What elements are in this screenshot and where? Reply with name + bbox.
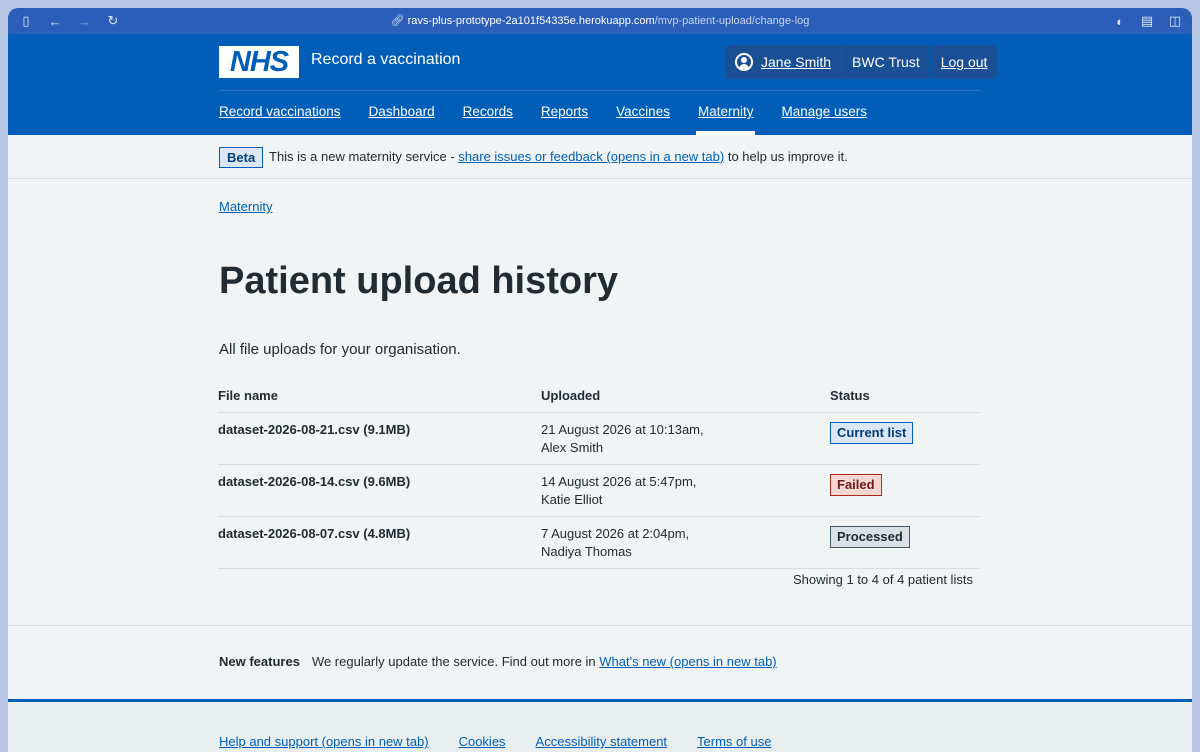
file-name-cell: dataset-2026-08-14.csv (9.6MB) xyxy=(218,464,541,517)
user-icon xyxy=(735,53,753,71)
phase-banner: Beta This is a new maternity service - s… xyxy=(8,135,1192,179)
phase-text-after: to help us improve it. xyxy=(724,149,848,164)
uploaded-by: Nadiya Thomas xyxy=(541,543,632,559)
organisation-name: BWC Trust xyxy=(842,45,931,79)
breadcrumb-maternity[interactable]: Maternity xyxy=(219,199,272,214)
uploaded-date: 7 August 2026 at 2:04pm, xyxy=(541,525,690,541)
browser-toolbar: ▯ ← → ↻ 🔗︎ ravs-plus-prototype-2a101f543… xyxy=(8,8,1192,34)
split-view-icon[interactable]: ◫ xyxy=(1166,12,1184,30)
page-title: Patient upload history xyxy=(219,260,619,302)
uploaded-cell: 7 August 2026 at 2:04pm, Nadiya Thomas xyxy=(541,516,830,569)
logout-link[interactable]: Log out xyxy=(941,54,988,70)
table-row: dataset-2026-08-21.csv (9.1MB) 21 August… xyxy=(218,412,980,465)
account-menu: Jane Smith BWC Trust Log out xyxy=(725,45,998,79)
nav-dashboard[interactable]: Dashboard xyxy=(369,104,435,135)
status-cell: Failed xyxy=(830,464,980,517)
uploaded-date: 21 August 2026 at 10:13am, xyxy=(541,421,704,437)
uploaded-by: Katie Elliot xyxy=(541,491,603,507)
address-bar[interactable]: 🔗︎ ravs-plus-prototype-2a101f54335e.hero… xyxy=(8,14,1192,27)
user-name-link[interactable]: Jane Smith xyxy=(761,54,831,70)
browser-window: ▯ ← → ↻ 🔗︎ ravs-plus-prototype-2a101f543… xyxy=(8,8,1192,752)
status-cell: Processed xyxy=(830,516,980,569)
nhs-logo[interactable]: NHS xyxy=(219,46,299,78)
url-path: /mvp-patient-upload/change-log xyxy=(654,15,810,27)
uploaded-by: Alex Smith xyxy=(541,439,604,455)
new-features-banner: New features We regularly update the serv… xyxy=(219,654,777,669)
uploaded-cell: 21 August 2026 at 10:13am, Alex Smith xyxy=(541,412,830,465)
table-header-row: File name Uploaded Status xyxy=(218,382,980,413)
new-features-text: We regularly update the service. Find ou… xyxy=(311,654,600,669)
beta-tag: Beta xyxy=(219,147,264,168)
header-divider xyxy=(219,90,981,91)
status-badge: Processed xyxy=(830,525,910,548)
page-lede: All file uploads for your organisation. xyxy=(219,341,461,358)
nav-reports[interactable]: Reports xyxy=(541,104,588,135)
service-name[interactable]: Record a vaccination xyxy=(311,51,460,69)
new-features-label: New features xyxy=(219,654,300,669)
header-status: Status xyxy=(830,382,980,413)
url-host: ravs-plus-prototype-2a101f54335e.herokua… xyxy=(407,15,655,27)
upload-history-table: File name Uploaded Status dataset-2026-0… xyxy=(218,382,980,569)
footer-link-terms[interactable]: Terms of use xyxy=(697,734,771,749)
section-divider xyxy=(8,625,1192,626)
site-header: NHS Record a vaccination Jane Smith BWC … xyxy=(8,34,1192,135)
reader-icon[interactable]: ▤ xyxy=(1138,12,1156,30)
phase-banner-text: This is a new maternity service - share … xyxy=(269,149,848,164)
nav-vaccines[interactable]: Vaccines xyxy=(616,104,670,135)
nav-record-vaccinations[interactable]: Record vaccinations xyxy=(219,104,341,135)
link-icon: 🔗︎ xyxy=(390,15,408,27)
header-file-name: File name xyxy=(218,382,541,413)
uploaded-date: 14 August 2026 at 5:47pm, xyxy=(541,473,697,489)
table-row: dataset-2026-08-14.csv (9.6MB) 14 August… xyxy=(218,464,980,517)
file-name-cell: dataset-2026-08-07.csv (4.8MB) xyxy=(218,516,541,569)
phase-text-before: This is a new maternity service - xyxy=(269,149,459,164)
table-row: dataset-2026-08-07.csv (4.8MB) 7 August … xyxy=(218,516,980,569)
whats-new-link[interactable]: What's new (opens in new tab) xyxy=(599,654,776,669)
account-user: Jane Smith xyxy=(725,45,843,79)
footer-links: Help and support (opens in new tab) Cook… xyxy=(219,734,801,749)
footer-link-help[interactable]: Help and support (opens in new tab) xyxy=(219,734,429,749)
status-badge: Failed xyxy=(830,473,882,496)
logout-cell: Log out xyxy=(931,45,998,79)
footer-link-cookies[interactable]: Cookies xyxy=(459,734,506,749)
pagination-summary: Showing 1 to 4 of 4 patient lists xyxy=(793,572,973,587)
primary-navigation: Record vaccinations Dashboard Records Re… xyxy=(219,104,895,135)
feedback-link[interactable]: share issues or feedback (opens in a new… xyxy=(458,149,724,164)
footer-link-accessibility[interactable]: Accessibility statement xyxy=(536,734,668,749)
extension-icon[interactable]: ◐ xyxy=(1111,12,1129,30)
uploaded-cell: 14 August 2026 at 5:47pm, Katie Elliot xyxy=(541,464,830,517)
nav-maternity[interactable]: Maternity xyxy=(695,104,756,135)
nav-manage-users[interactable]: Manage users xyxy=(781,104,867,135)
site-footer: Help and support (opens in new tab) Cook… xyxy=(8,702,1192,752)
header-uploaded: Uploaded xyxy=(541,382,830,413)
nav-records[interactable]: Records xyxy=(463,104,513,135)
file-name-cell: dataset-2026-08-21.csv (9.1MB) xyxy=(218,412,541,465)
status-cell: Current list xyxy=(830,412,980,465)
status-badge: Current list xyxy=(830,421,914,444)
